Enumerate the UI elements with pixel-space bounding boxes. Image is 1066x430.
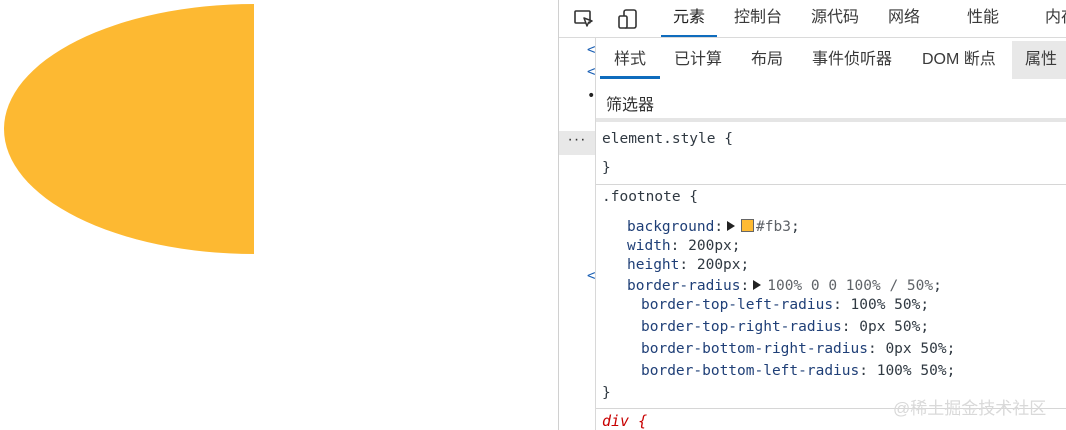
device-emulation-icon[interactable] — [617, 8, 639, 30]
rule-close: } — [602, 385, 611, 401]
dom-node-marker: • — [587, 88, 596, 104]
expand-triangle-icon[interactable] — [753, 280, 762, 290]
property-name: height — [627, 257, 680, 273]
element-style-close: } — [602, 160, 611, 176]
footnote-shape[interactable] — [4, 4, 254, 254]
tab-dom-breakpoints[interactable]: DOM 断点 — [922, 38, 996, 80]
longhand-bottom-right[interactable]: border-bottom-right-radius: 0px 50%; — [641, 341, 955, 357]
dom-node-caret[interactable]: < — [587, 268, 595, 284]
tab-console[interactable]: 控制台 — [734, 0, 782, 37]
color-swatch[interactable] — [741, 219, 755, 232]
tab-properties[interactable]: 属性 — [1025, 38, 1057, 80]
property-value: 200px — [696, 257, 741, 273]
property-value: 100% 0 0 100% / 50% — [767, 278, 934, 294]
declaration-background[interactable]: background: #fb3; — [627, 219, 800, 235]
element-style-selector[interactable]: element.style { — [602, 131, 733, 147]
dom-node-caret[interactable]: < — [587, 42, 595, 58]
property-value: 100% 50% — [850, 297, 921, 313]
page-preview — [0, 0, 558, 430]
expand-triangle-icon[interactable] — [727, 221, 736, 231]
tab-computed[interactable]: 已计算 — [674, 38, 722, 80]
styles-subtabs: 样式 已计算 布局 事件侦听器 DOM 断点 属性 — [596, 38, 1066, 80]
tab-styles[interactable]: 样式 — [599, 38, 661, 80]
longhand-bottom-left[interactable]: border-bottom-left-radius: 100% 50%; — [641, 363, 955, 379]
property-name: border-bottom-left-radius — [641, 363, 860, 379]
styles-pane: 样式 已计算 布局 事件侦听器 DOM 断点 属性 element.style … — [596, 38, 1066, 430]
property-name: border-radius — [627, 278, 741, 294]
tab-layout[interactable]: 布局 — [751, 38, 783, 80]
declaration-border-radius[interactable]: border-radius: 100% 0 0 100% / 50%; — [627, 278, 942, 294]
property-value: 200px — [688, 238, 732, 254]
tab-elements[interactable]: 元素 — [660, 0, 718, 37]
property-name: border-bottom-right-radius — [641, 341, 868, 357]
rule-selector[interactable]: .footnote { — [602, 189, 698, 205]
property-name: width — [627, 238, 671, 254]
property-name: background — [627, 219, 715, 235]
filter-bar — [596, 88, 1066, 122]
longhand-top-left[interactable]: border-top-left-radius: 100% 50%; — [641, 297, 929, 313]
next-rule-selector[interactable]: div { — [602, 412, 647, 430]
rule-divider — [596, 184, 1066, 185]
watermark: @稀土掘金技术社区 — [893, 399, 1047, 418]
tab-performance[interactable]: 性能 — [967, 0, 999, 37]
declaration-height[interactable]: height: 200px; — [627, 257, 749, 273]
dom-node-caret[interactable]: < — [587, 64, 595, 80]
property-value: #fb3 — [756, 219, 791, 235]
property-name: border-top-right-radius — [641, 319, 842, 335]
dom-ellipsis-button[interactable]: ··· — [559, 131, 595, 155]
longhand-top-right[interactable]: border-top-right-radius: 0px 50%; — [641, 319, 929, 335]
devtools-main-toolbar: 元素 控制台 源代码 网络 性能 内存 — [559, 0, 1066, 38]
devtools-panel: 元素 控制台 源代码 网络 性能 内存 < < • ··· < 样式 已计算 布… — [558, 0, 1066, 430]
tab-memory[interactable]: 内存 — [1045, 0, 1066, 37]
tab-event-listeners[interactable]: 事件侦听器 — [812, 38, 892, 80]
declaration-width[interactable]: width: 200px; — [627, 238, 741, 254]
filter-input[interactable] — [606, 94, 1046, 118]
property-value: 100% 50% — [876, 363, 947, 379]
tab-sources[interactable]: 源代码 — [811, 0, 859, 37]
property-value: 0px 50% — [885, 341, 947, 357]
property-value: 0px 50% — [859, 319, 921, 335]
inspect-element-icon[interactable] — [573, 8, 595, 30]
dom-tree-strip: < < • ··· < — [559, 38, 596, 430]
tab-network[interactable]: 网络 — [888, 0, 920, 37]
property-name: border-top-left-radius — [641, 297, 834, 313]
